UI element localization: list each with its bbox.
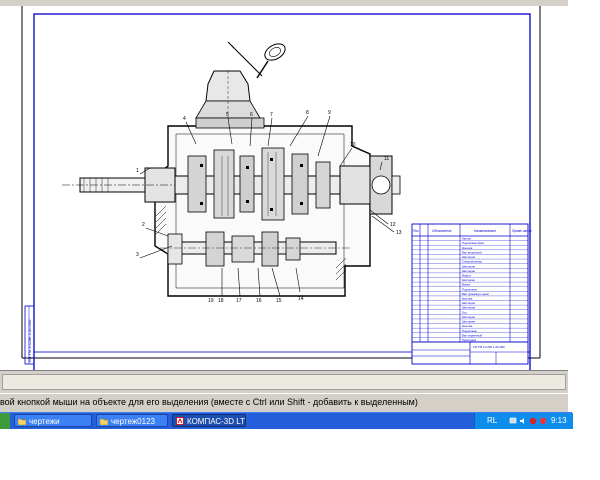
callout-label: 7 [270, 112, 273, 118]
status-message: вой кнопкой мыши на объекте для его выде… [0, 397, 418, 407]
callout-label: 18 [218, 298, 224, 304]
callout-label: 16 [256, 298, 262, 304]
callout-label: 6 [250, 112, 253, 118]
drawing-sheet[interactable]: КП.ТМ 3 СЛЖ 1.00.000 1 2 3 4 5 6 7 8 9 1… [0, 6, 568, 370]
callout-label: 15 [276, 298, 282, 304]
volume-icon[interactable] [519, 417, 527, 425]
spec-header-name: Наименование [474, 229, 496, 233]
taskbar-item-folder-1[interactable]: чертежи [14, 414, 92, 427]
callout-label: 1 [136, 168, 139, 174]
callout-label: 2 [142, 222, 145, 228]
start-button[interactable] [0, 413, 10, 429]
spec-row-name: Шестерня [462, 301, 475, 305]
spec-row-name: Картер [462, 237, 471, 241]
spec-row-name: Крышка [462, 297, 473, 301]
callout-label: 4 [183, 116, 186, 122]
spec-row-name: Шестерня [462, 264, 475, 268]
drawing-canvas[interactable]: КП.ТМ 3 СЛЖ 1.00.000 1 2 3 4 5 6 7 8 9 1… [0, 6, 568, 370]
callout-label: 17 [236, 298, 242, 304]
spec-row-name: Шестерня [462, 320, 475, 324]
windows-taskbar: чертежи чертеж0123 КОМПАС-3D LT V8 - [..… [0, 412, 573, 429]
clock[interactable]: 9:13 [551, 416, 567, 425]
callout-label: 14 [298, 296, 304, 302]
taskbar-item-label: чертеж0123 [111, 417, 155, 426]
callout-label: 8 [306, 110, 309, 116]
spec-row-name: Шестерня [462, 315, 475, 319]
spec-row-name: Подшипник [462, 329, 478, 333]
spec-row-name: Шестерня [462, 278, 475, 282]
callout-label: 3 [136, 252, 139, 258]
spec-row-name: Вал промежуточный [462, 292, 489, 296]
spec-row-name: Подшипник [462, 287, 478, 291]
spec-row-name: Вал вторичный [462, 250, 482, 254]
spec-header-designation: Обозначение [432, 229, 452, 233]
system-tray: RL 9:13 [474, 413, 573, 429]
gear-lever-assembly [195, 41, 286, 119]
spec-row-name: Крышка [462, 324, 473, 328]
spec-header-note: Приме-чание [512, 229, 532, 233]
kompas-app-icon [176, 417, 184, 425]
taskbar-item-label: чертежи [29, 417, 60, 426]
spec-row-name: Подшипник (вал) [462, 241, 484, 245]
taskbar-item-label: КОМПАС-3D LT V8 - [... [187, 417, 245, 426]
specification-table: Поз. Обозначение Наименование Приме-чани… [411, 223, 532, 343]
spec-row-name: Шестерня [462, 269, 475, 273]
callout-label: 9 [328, 110, 331, 116]
antivirus-icon[interactable] [529, 417, 537, 425]
spec-row-name: Крышка [462, 246, 473, 250]
folder-icon [100, 418, 108, 425]
security-icon[interactable] [539, 417, 547, 425]
callout-label: 13 [396, 230, 402, 236]
language-indicator[interactable]: RL [487, 416, 497, 425]
spec-row-name: Шестерня [462, 306, 475, 310]
horizontal-scrollbar[interactable] [0, 370, 568, 393]
title-block: КП.ТМ 3 СЛЖ 1.00.000 [411, 341, 529, 365]
taskbar-item-kompas[interactable]: КОМПАС-3D LT V8 - [... [172, 414, 246, 427]
spec-row-name: Муфта [462, 273, 471, 277]
callout-label: 10 [350, 142, 356, 148]
network-icon[interactable] [509, 417, 517, 425]
spec-row-name: Прокладка [462, 338, 476, 342]
spec-row-name: Ось [462, 310, 468, 314]
callout-label: 12 [390, 222, 396, 228]
title-block-code: КП.ТМ 3 СЛЖ 1.00.000 [473, 345, 505, 349]
spec-header-pos: Поз. [413, 229, 420, 233]
callout-label: 11 [384, 156, 389, 162]
status-bar: вой кнопкой мыши на объекте для его выде… [0, 393, 568, 413]
spec-row-name: Вал первичный [462, 333, 483, 337]
stamp-vertical-text: КП.ТМ 3 СЛЖ 1.00.000 [27, 319, 32, 362]
spec-row-name: Шестерня [462, 255, 475, 259]
spec-row-name: Вилка [462, 283, 470, 287]
callout-label: 5 [226, 112, 229, 118]
spec-row-name: Синхронизатор [462, 260, 482, 264]
taskbar-item-folder-2[interactable]: чертеж0123 [96, 414, 168, 427]
callout-label: 19 [208, 298, 214, 304]
folder-icon [18, 418, 26, 425]
